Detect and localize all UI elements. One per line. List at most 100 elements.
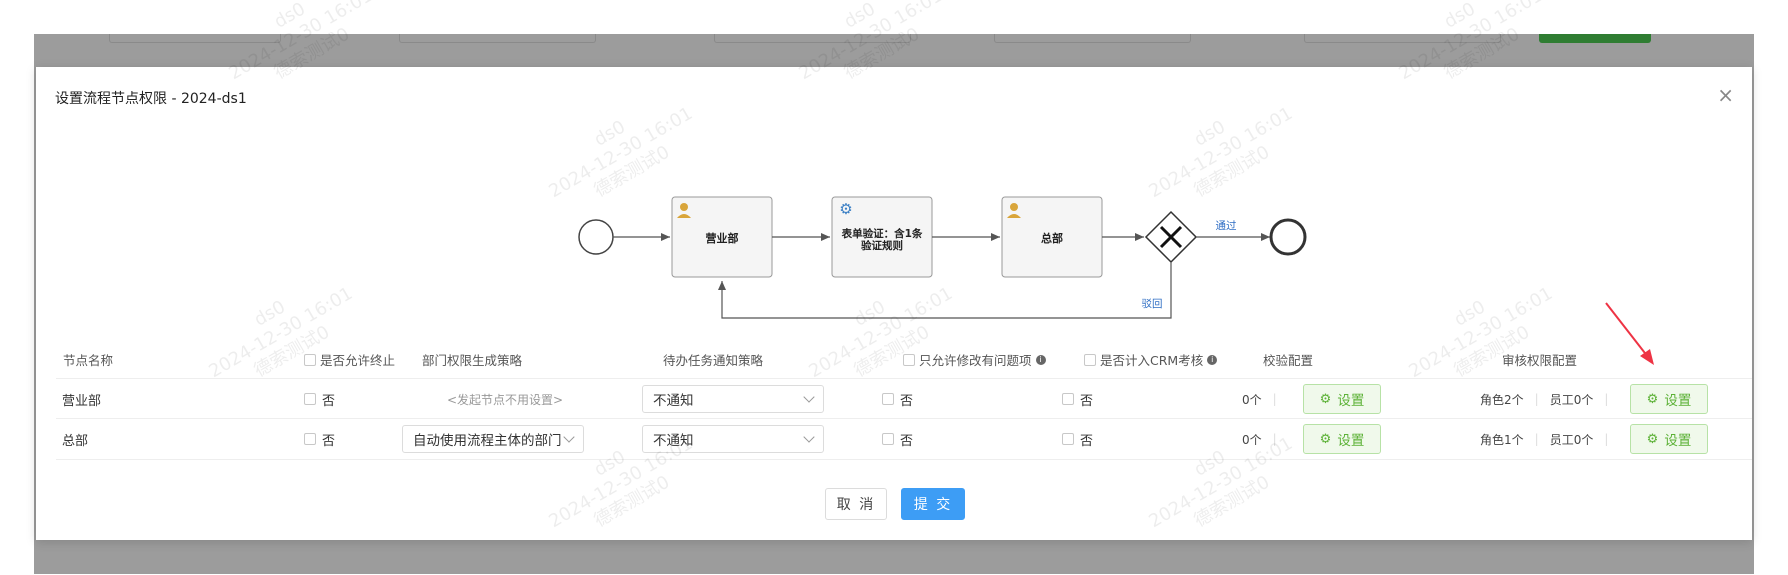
- flow-node-label: 营业部: [706, 231, 739, 245]
- flow-node-label: 验证规则: [861, 239, 903, 252]
- dept-strategy-cell: 自动使用流程主体的部门: [402, 419, 584, 459]
- count-text: 0个: [1242, 392, 1262, 407]
- flow-node-form-validation[interactable]: ⚙ 表单验证：含1条 验证规则: [831, 196, 933, 278]
- only-modify-cell: 否: [882, 419, 913, 459]
- crm-checkbox[interactable]: [1062, 433, 1074, 445]
- checkbox-label: 否: [322, 393, 336, 409]
- background-field: [399, 34, 596, 43]
- select-all-checkbox[interactable]: [903, 353, 915, 366]
- header-validation-config: 校验配置: [1263, 350, 1313, 369]
- staff-count: 员工0个: [1549, 392, 1594, 407]
- background-button: [1539, 34, 1651, 43]
- checkbox-label: 否: [900, 433, 914, 449]
- crm-cell: 否: [1062, 419, 1093, 459]
- staff-count: 员工0个: [1549, 432, 1594, 447]
- divider: |: [1534, 432, 1539, 446]
- validation-settings-button[interactable]: ⚙ 设置: [1303, 384, 1381, 414]
- gateway-reject-label: 驳回: [1142, 298, 1163, 310]
- role-count: 角色2个: [1480, 392, 1524, 407]
- audit-config-cell: ⚙ 设置: [1630, 379, 1708, 419]
- node-name-cell: 总部: [62, 433, 89, 449]
- validation-count: 0个 |: [1242, 379, 1282, 419]
- allow-terminate-checkbox[interactable]: [304, 393, 316, 405]
- cancel-button[interactable]: 取 消: [825, 488, 887, 520]
- table-row: 营业部 否 <发起节点不用设置> 不通知 否 否 0个 | ⚙ 设置 角色2个 | 员工…: [56, 378, 1752, 419]
- header-dept-strategy: 部门权限生成策略: [422, 350, 522, 369]
- dept-strategy-select[interactable]: 自动使用流程主体的部门: [402, 425, 584, 453]
- checkbox-label: 否: [322, 433, 336, 449]
- header-label: 只允许修改有问题项: [919, 353, 1032, 368]
- select-all-checkbox[interactable]: [1084, 353, 1096, 366]
- notify-strategy-select[interactable]: 不通知: [642, 425, 824, 453]
- exclusive-gateway[interactable]: [1144, 210, 1198, 264]
- select-value: 自动使用流程主体的部门: [413, 433, 562, 449]
- chevron-down-icon: [803, 391, 815, 403]
- crm-checkbox[interactable]: [1062, 393, 1074, 405]
- divider: |: [1604, 432, 1609, 446]
- only-modify-checkbox[interactable]: [882, 393, 894, 405]
- flow-node-label: 总部: [1041, 231, 1063, 245]
- submit-button[interactable]: 提 交: [901, 488, 965, 520]
- allow-terminate-cell: 否: [304, 379, 335, 419]
- header-crm-assessment: 是否计入CRM考核 i: [1084, 350, 1218, 369]
- notify-strategy-select[interactable]: 不通知: [642, 385, 824, 413]
- node-permission-dialog: 设置流程节点权限 - 2024-ds1 × 营业部 ⚙ 表单验证：含1条 验证规…: [36, 67, 1752, 540]
- audit-settings-button[interactable]: ⚙ 设置: [1630, 384, 1708, 414]
- audit-counts: 角色2个 | 员工0个 |: [1480, 379, 1613, 419]
- chevron-down-icon: [803, 431, 815, 443]
- node-name-cell: 营业部: [62, 393, 102, 409]
- button-label: 设置: [1337, 433, 1365, 449]
- gear-icon: ⚙: [1646, 431, 1659, 447]
- notify-strategy-cell: 不通知: [642, 379, 824, 419]
- header-allow-terminate: 是否允许终止: [304, 350, 395, 369]
- header-label: 待办任务通知策略: [663, 353, 764, 368]
- allow-terminate-checkbox[interactable]: [304, 433, 316, 445]
- flow-arrow-reject: [718, 262, 1172, 319]
- gateway-pass-label: 通过: [1216, 219, 1238, 232]
- checkbox-label: 否: [900, 393, 914, 409]
- end-event[interactable]: [1269, 218, 1307, 256]
- divider: |: [1272, 392, 1277, 406]
- select-all-checkbox[interactable]: [304, 353, 316, 366]
- validation-config-cell: ⚙ 设置: [1303, 379, 1381, 419]
- table-row: 总部 否 自动使用流程主体的部门 不通知 否 否 0个 | ⚙ 设置 角色1个 | 员工…: [56, 418, 1752, 460]
- header-label: 是否计入CRM考核: [1100, 353, 1204, 368]
- process-flow-diagram: 营业部 ⚙ 表单验证：含1条 验证规则 总部 通过 驳回: [578, 196, 1307, 319]
- audit-settings-button[interactable]: ⚙ 设置: [1630, 424, 1708, 454]
- divider: |: [1272, 432, 1277, 446]
- chevron-down-icon: [563, 431, 575, 443]
- crm-cell: 否: [1062, 379, 1093, 419]
- gear-icon: ⚙: [839, 200, 852, 218]
- allow-terminate-cell: 否: [304, 419, 335, 459]
- info-icon[interactable]: i: [1035, 354, 1046, 365]
- divider: |: [1604, 392, 1609, 406]
- gear-icon: ⚙: [1319, 391, 1332, 407]
- only-modify-checkbox[interactable]: [882, 433, 894, 445]
- header-only-modify-issues: 只允许修改有问题项 i: [903, 350, 1046, 369]
- audit-counts: 角色1个 | 员工0个 |: [1480, 419, 1613, 459]
- background-field: [1304, 34, 1501, 43]
- dept-strategy-placeholder: <发起节点不用设置>: [447, 392, 564, 407]
- only-modify-cell: 否: [882, 379, 913, 419]
- role-count: 角色1个: [1480, 432, 1524, 447]
- validation-settings-button[interactable]: ⚙ 设置: [1303, 424, 1381, 454]
- audit-config-cell: ⚙ 设置: [1630, 419, 1708, 459]
- validation-count: 0个 |: [1242, 419, 1282, 459]
- checkbox-label: 否: [1080, 433, 1094, 449]
- select-value: 不通知: [653, 393, 694, 409]
- annotation-arrow: [1605, 302, 1654, 365]
- background-field: [714, 34, 911, 43]
- checkbox-label: 否: [1080, 393, 1094, 409]
- flow-node-hq[interactable]: 总部: [1001, 196, 1103, 278]
- background-field: [994, 34, 1191, 43]
- flow-node-sales[interactable]: 营业部: [671, 196, 773, 278]
- button-label: 设置: [1337, 393, 1365, 409]
- header-label: 是否允许终止: [320, 353, 396, 368]
- header-label: 部门权限生成策略: [422, 353, 523, 368]
- divider: |: [1534, 392, 1539, 406]
- count-text: 0个: [1242, 432, 1262, 447]
- flow-node-label: 表单验证：含1条: [841, 227, 923, 240]
- header-label: 审核权限配置: [1502, 353, 1578, 368]
- start-event[interactable]: [578, 219, 614, 255]
- info-icon[interactable]: i: [1207, 354, 1218, 365]
